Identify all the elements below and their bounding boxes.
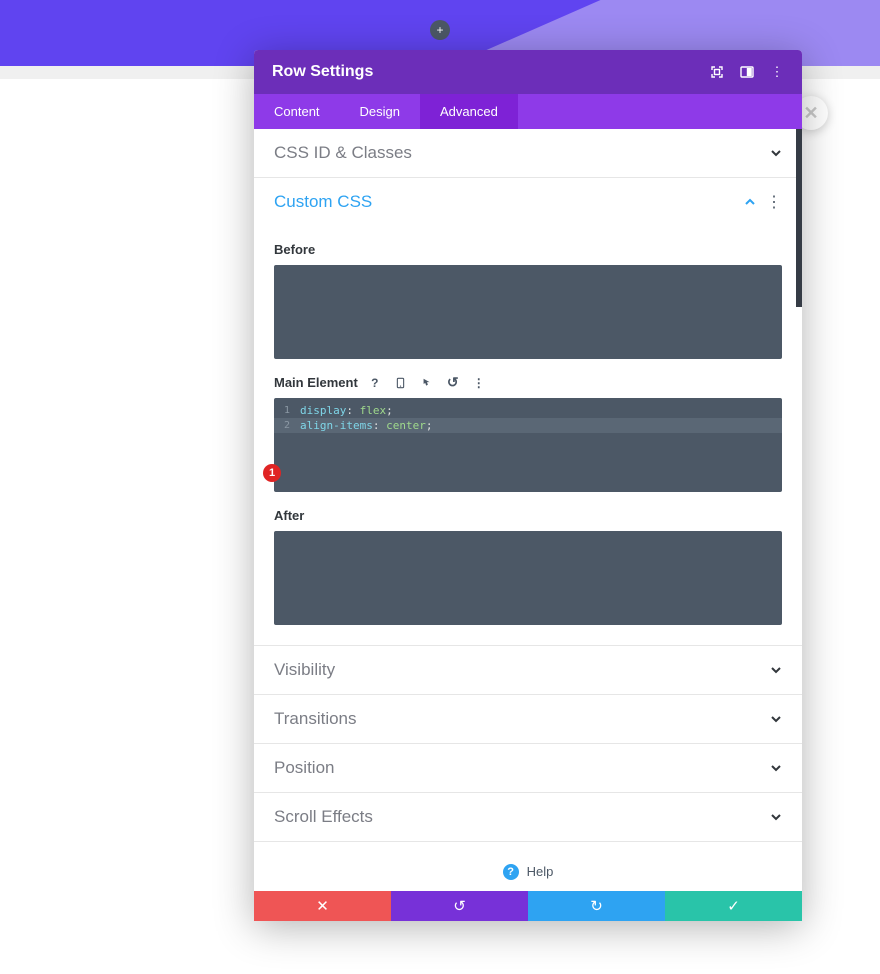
redo-button[interactable]: ↻ bbox=[528, 891, 665, 921]
modal-body: CSS ID & Classes Custom CSS ⋮ bbox=[254, 129, 802, 891]
accordion-head-customcss[interactable]: Custom CSS ⋮ bbox=[254, 178, 802, 226]
modal-header[interactable]: Row Settings ⋮ bbox=[254, 50, 802, 94]
label-after: After bbox=[274, 508, 782, 523]
accordion-title-position: Position bbox=[274, 758, 334, 778]
tab-design[interactable]: Design bbox=[340, 94, 420, 129]
chevron-down-icon bbox=[770, 664, 782, 676]
tabs: Content Design Advanced bbox=[254, 94, 802, 129]
snap-icon[interactable] bbox=[740, 65, 754, 79]
chevron-down-icon bbox=[770, 762, 782, 774]
help-label: Help bbox=[527, 864, 554, 879]
code-before[interactable] bbox=[274, 265, 782, 359]
accordion-position: Position bbox=[254, 744, 802, 793]
header-more-icon[interactable]: ⋮ bbox=[770, 65, 784, 79]
accordion-title-visibility: Visibility bbox=[274, 660, 335, 680]
annotation-marker-1: 1 bbox=[263, 464, 281, 482]
field-more-icon[interactable]: ⋮ bbox=[472, 376, 486, 390]
accordion-head-transitions[interactable]: Transitions bbox=[254, 695, 802, 743]
code-lines: display: flex; align-items: center; bbox=[274, 398, 782, 438]
accordion-title-customcss: Custom CSS bbox=[274, 192, 372, 212]
accordion-more-icon[interactable]: ⋮ bbox=[766, 192, 782, 212]
help-icon[interactable]: ? bbox=[368, 376, 382, 390]
add-section-button[interactable]: + bbox=[430, 20, 450, 40]
accordion-head-visibility[interactable]: Visibility bbox=[254, 646, 802, 694]
chevron-down-icon bbox=[770, 713, 782, 725]
cancel-button[interactable]: ✕ bbox=[254, 891, 391, 921]
accordion-transitions: Transitions bbox=[254, 695, 802, 744]
code-main-element[interactable]: 1 2 display: flex; align-items: center; bbox=[274, 398, 782, 492]
accordion-scroll: Scroll Effects bbox=[254, 793, 802, 841]
code-after[interactable] bbox=[274, 531, 782, 625]
device-icon[interactable] bbox=[394, 376, 408, 390]
modal-title: Row Settings bbox=[272, 63, 373, 81]
label-before: Before bbox=[274, 242, 782, 257]
row-settings-modal: Row Settings ⋮ Content Design Advanced C… bbox=[254, 50, 802, 921]
help-circle-icon: ? bbox=[503, 864, 519, 880]
undo-button[interactable]: ↺ bbox=[391, 891, 528, 921]
accordion-cssid: CSS ID & Classes bbox=[254, 129, 802, 178]
chevron-down-icon bbox=[770, 811, 782, 823]
accordion-customcss: Custom CSS ⋮ Before Main Element ? bbox=[254, 178, 802, 646]
chevron-down-icon bbox=[770, 147, 782, 159]
accordion-head-cssid[interactable]: CSS ID & Classes bbox=[254, 129, 802, 177]
label-main-element: Main Element ? ↺ ⋮ bbox=[274, 375, 782, 390]
accordion-visibility: Visibility bbox=[254, 646, 802, 695]
expand-icon[interactable] bbox=[710, 65, 724, 79]
chevron-up-icon bbox=[744, 196, 756, 208]
save-button[interactable]: ✓ bbox=[665, 891, 802, 921]
bottom-bar: ✕ ↺ ↻ ✓ bbox=[254, 891, 802, 921]
accordion-head-position[interactable]: Position bbox=[254, 744, 802, 792]
reset-icon[interactable]: ↺ bbox=[446, 376, 460, 390]
accordion-head-scroll[interactable]: Scroll Effects bbox=[254, 793, 802, 841]
scrollbar[interactable] bbox=[796, 129, 802, 307]
tab-content[interactable]: Content bbox=[254, 94, 340, 129]
hover-icon[interactable] bbox=[420, 376, 434, 390]
help-row[interactable]: ? Help bbox=[254, 841, 802, 891]
accordion-title-scroll: Scroll Effects bbox=[274, 807, 373, 827]
accordion-title-transitions: Transitions bbox=[274, 709, 357, 729]
accordion-title-cssid: CSS ID & Classes bbox=[274, 143, 412, 163]
tab-advanced[interactable]: Advanced bbox=[420, 94, 518, 129]
